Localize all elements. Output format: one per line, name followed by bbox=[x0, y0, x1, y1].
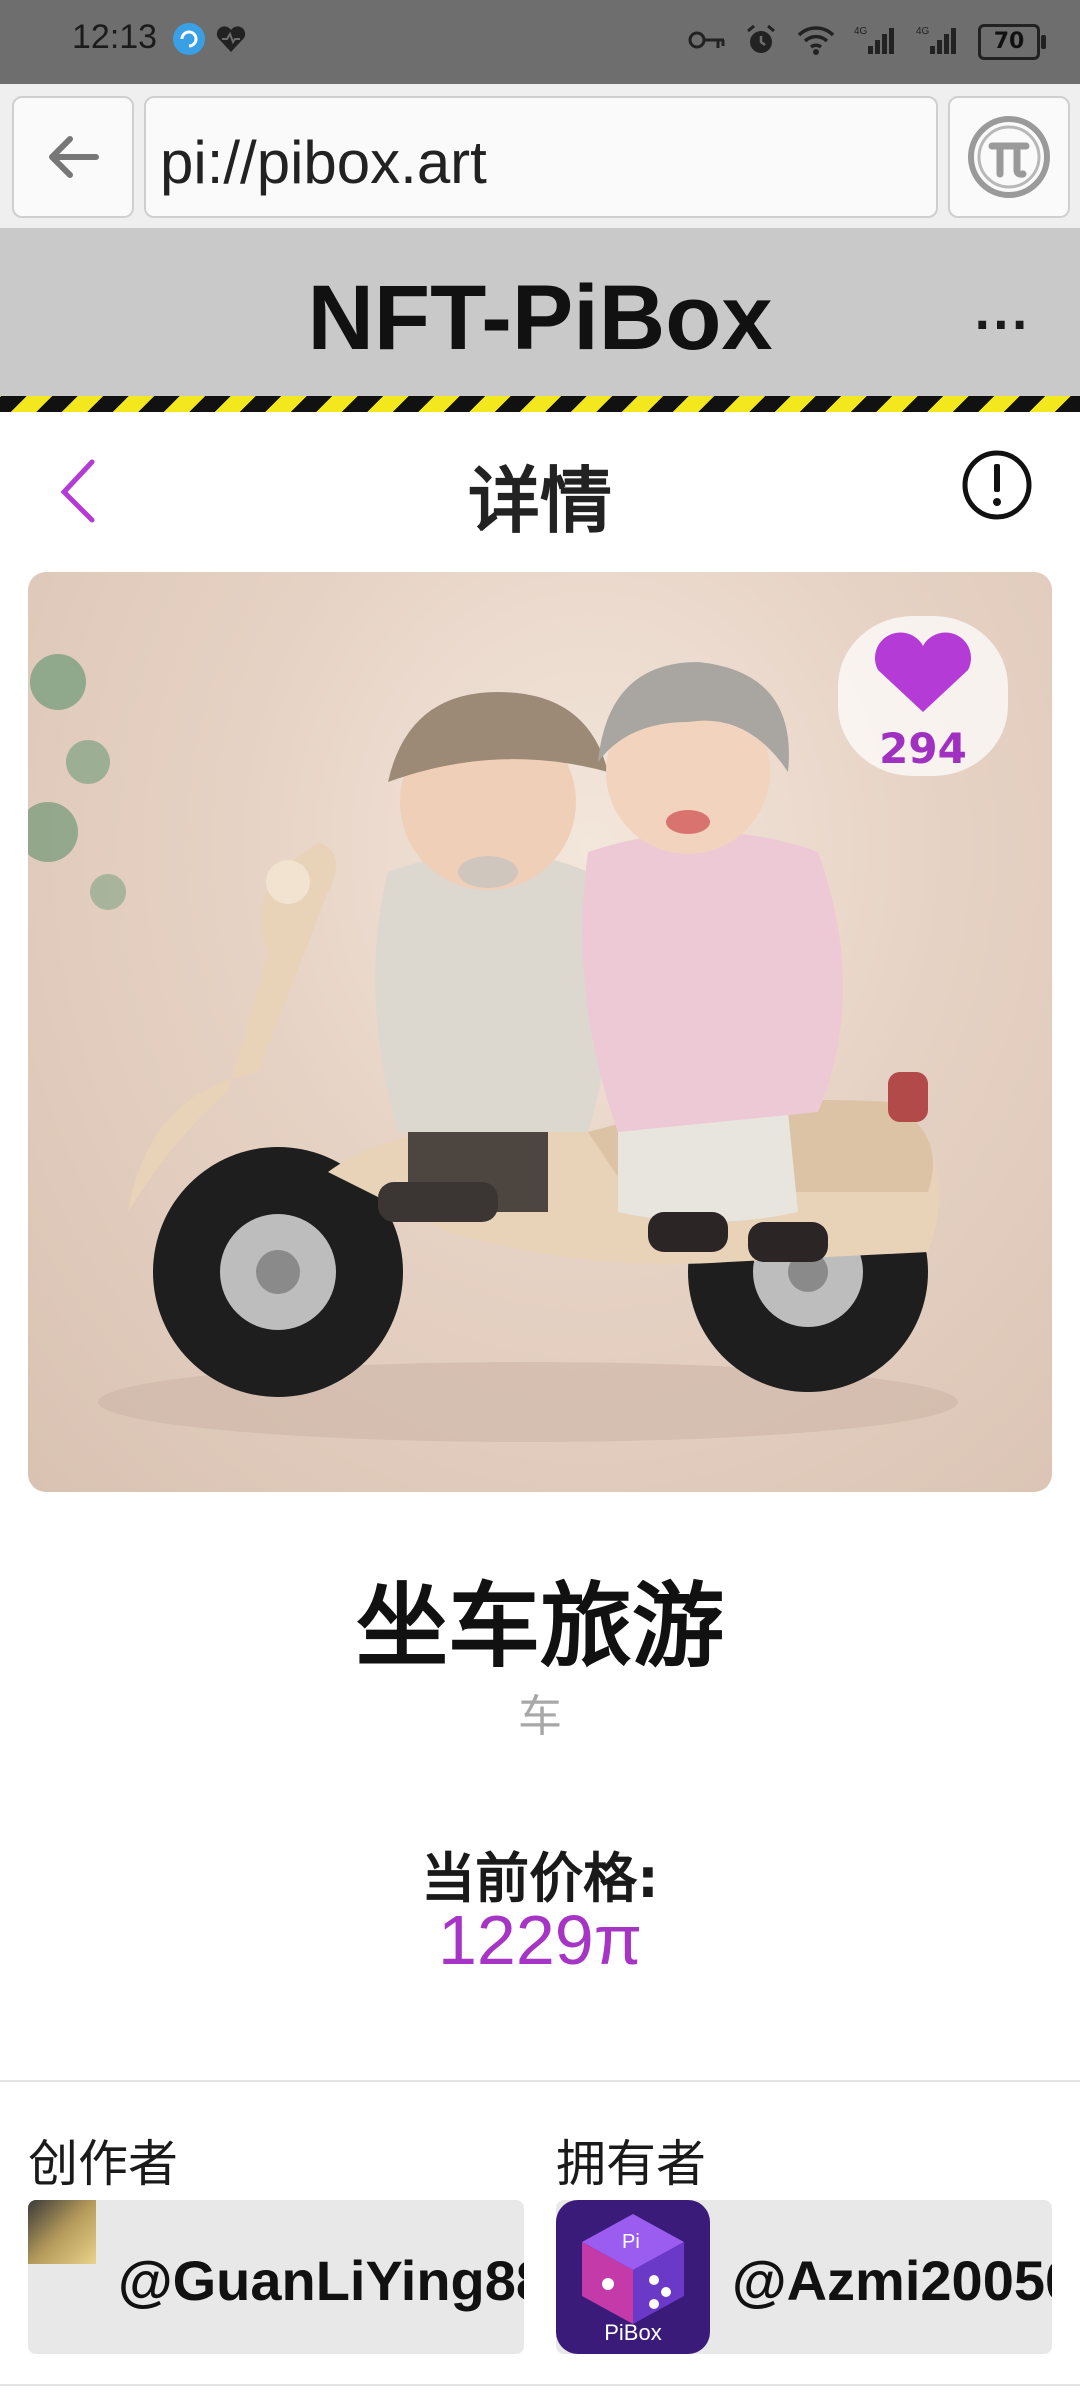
arrow-left-icon bbox=[49, 136, 99, 178]
svg-text:4G: 4G bbox=[916, 26, 930, 37]
alarm-icon bbox=[744, 23, 778, 61]
bottom-divider bbox=[0, 2384, 1080, 2386]
app-header: NFT-PiBox ··· bbox=[0, 228, 1080, 396]
heart-icon bbox=[875, 632, 971, 712]
nft-category: 车 bbox=[518, 1691, 562, 1742]
address-bar[interactable]: pi://pibox.art bbox=[144, 96, 938, 218]
nft-image[interactable]: 294 bbox=[28, 572, 1052, 1492]
price-value: 1229π bbox=[437, 1901, 643, 1979]
exclamation-circle-icon bbox=[962, 450, 1032, 520]
like-count: 294 bbox=[879, 724, 967, 773]
detail-header: 详情 bbox=[0, 412, 1080, 562]
nft-title: 坐车旅游 bbox=[355, 1573, 724, 1680]
notification-app-icon bbox=[172, 22, 206, 60]
hazard-stripe bbox=[0, 396, 1080, 412]
signal-4g-icon-2: 4G bbox=[916, 24, 960, 60]
owner-handle: @Azmi20050 bbox=[732, 2249, 1052, 2312]
status-bar: 12:13 4G 4G 70 bbox=[0, 0, 1080, 84]
owner-card[interactable]: Pi PiBox @Azmi20050 bbox=[556, 2200, 1052, 2354]
creator-avatar bbox=[28, 2200, 96, 2264]
app-title: NFT-PiBox bbox=[307, 267, 773, 369]
status-icons: 4G 4G 70 bbox=[688, 18, 1046, 66]
signal-4g-icon-1: 4G bbox=[854, 24, 898, 60]
health-app-icon bbox=[214, 22, 248, 60]
pi-wallet-button[interactable] bbox=[948, 96, 1070, 218]
owner-label: 拥有者 bbox=[556, 2135, 706, 2193]
wifi-icon bbox=[796, 24, 836, 60]
browser-back-button[interactable] bbox=[12, 96, 134, 218]
owner-avatar-label: PiBox bbox=[604, 2320, 662, 2345]
section-divider bbox=[0, 2080, 1080, 2082]
creator-card[interactable]: @GuanLiYing888 bbox=[28, 2200, 524, 2354]
report-button[interactable] bbox=[960, 448, 1034, 526]
battery-icon: 70 bbox=[978, 24, 1046, 60]
owner-avatar: Pi PiBox bbox=[556, 2200, 710, 2354]
creator-handle: @GuanLiYing888 bbox=[118, 2249, 524, 2312]
pi-logo-icon bbox=[968, 116, 1050, 198]
address-text: pi://pibox.art bbox=[160, 129, 487, 196]
svg-text:4G: 4G bbox=[854, 26, 868, 37]
browser-toolbar: pi://pibox.art bbox=[0, 84, 1080, 228]
svg-text:Pi: Pi bbox=[622, 2231, 640, 2253]
page-title: 详情 bbox=[467, 459, 612, 543]
creator-label: 创作者 bbox=[28, 2135, 178, 2193]
vpn-key-icon bbox=[688, 28, 726, 56]
like-button[interactable]: 294 bbox=[838, 616, 1008, 776]
status-time: 12:13 bbox=[72, 18, 158, 56]
more-menu-button[interactable]: ··· bbox=[974, 300, 1030, 351]
